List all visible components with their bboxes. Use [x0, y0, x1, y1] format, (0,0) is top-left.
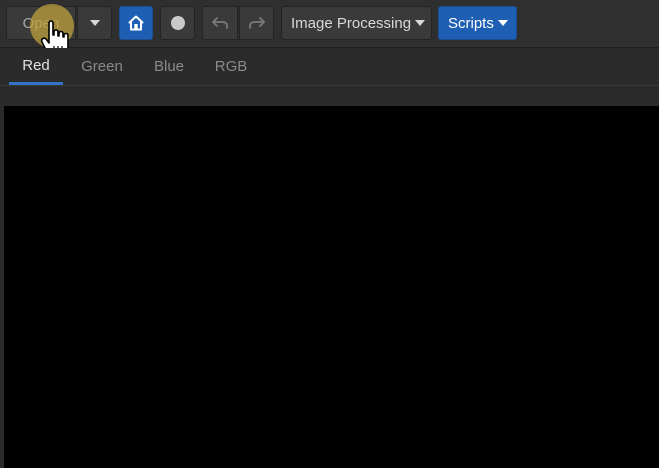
image-processing-menu-button[interactable]: Image Processing — [281, 6, 432, 40]
scripts-label: Scripts — [448, 14, 494, 32]
tab-label: RGB — [214, 58, 248, 75]
tab-rgb[interactable]: RGB — [207, 48, 255, 85]
redo-button[interactable] — [239, 6, 274, 40]
undo-icon — [212, 17, 228, 29]
tab-label: Blue — [153, 58, 185, 75]
home-icon — [128, 15, 144, 31]
scripts-menu-button[interactable]: Scripts — [438, 6, 517, 40]
tab-blue[interactable]: Blue — [145, 48, 193, 85]
tab-green[interactable]: Green — [73, 48, 131, 85]
undo-button[interactable] — [202, 6, 238, 40]
chevron-down-icon — [89, 20, 100, 26]
app-window: Open Image Processin — [0, 0, 659, 468]
redo-icon — [248, 17, 265, 29]
chevron-down-icon — [497, 20, 508, 26]
tabs-divider — [0, 85, 659, 86]
home-button[interactable] — [119, 6, 153, 40]
channel-tabs: Red Green Blue RGB — [0, 48, 659, 85]
toolbar: Open Image Processin — [0, 0, 659, 57]
tab-label: Red — [22, 56, 50, 74]
record-button[interactable] — [160, 6, 195, 40]
open-dropdown-button[interactable] — [77, 6, 112, 40]
tab-label: Green — [81, 58, 123, 75]
chevron-down-icon — [415, 20, 426, 26]
record-icon — [170, 16, 185, 30]
image-canvas[interactable] — [4, 106, 659, 468]
image-processing-label: Image Processing — [291, 14, 412, 32]
tab-red[interactable]: Red — [9, 48, 63, 85]
